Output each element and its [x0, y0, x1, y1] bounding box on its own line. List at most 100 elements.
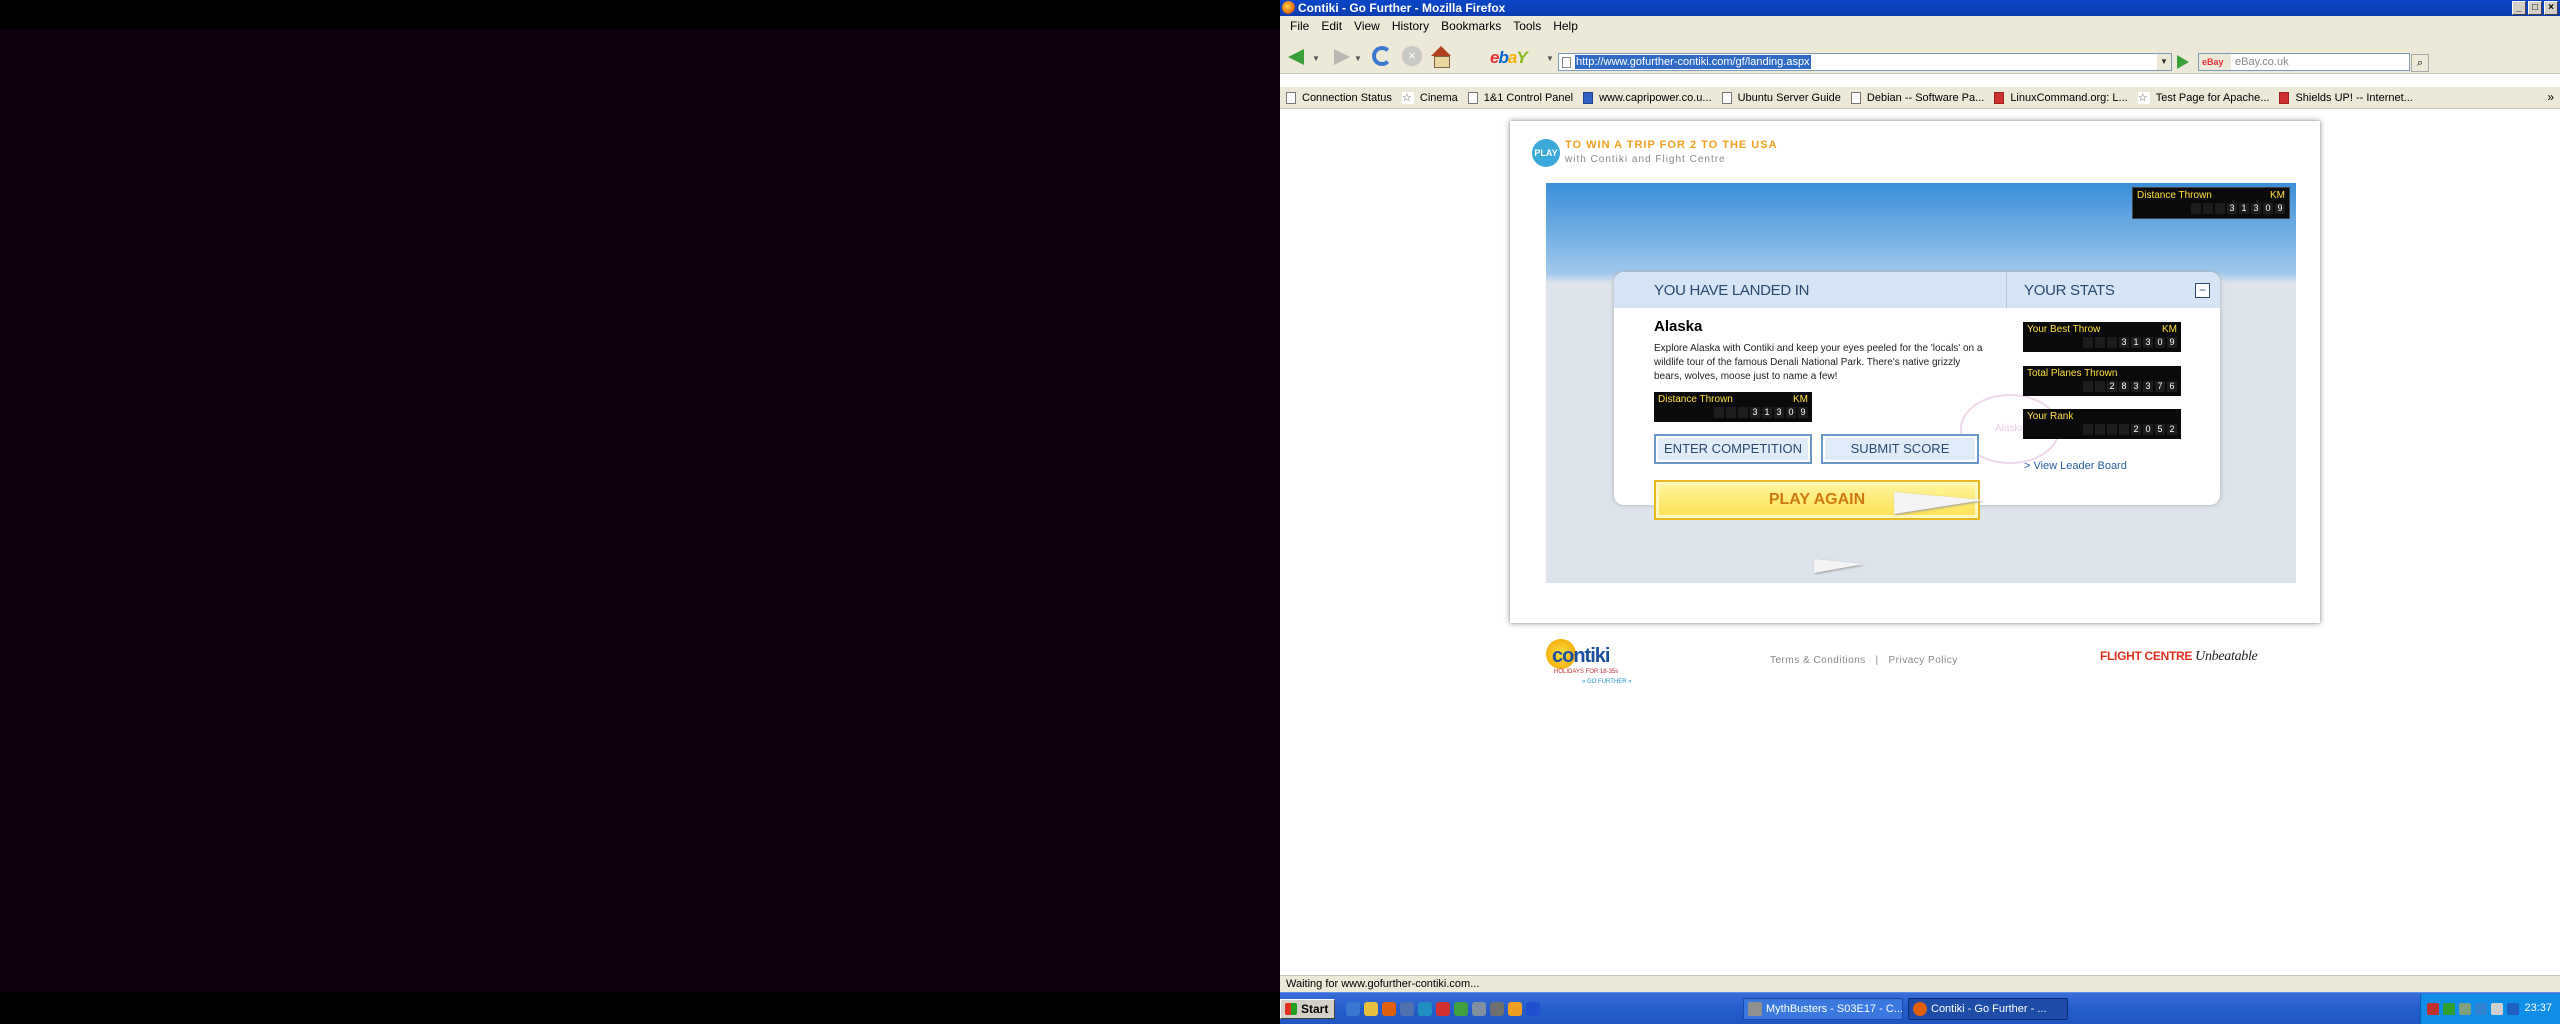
enter-competition-button[interactable]: ENTER COMPETITION [1654, 434, 1812, 464]
contiki-logo[interactable]: contiki HOLIDAYS FOR 18-35s » GO FURTHER… [1546, 639, 1646, 689]
bookmark-item[interactable]: ☆ Cinema [1401, 91, 1458, 104]
planes-thrown-label: Total Planes Thrown [2027, 368, 2118, 379]
menu-edit[interactable]: Edit [1315, 19, 1348, 33]
bookmark-item[interactable]: Ubuntu Server Guide [1721, 91, 1841, 104]
tray-icon[interactable] [2507, 1003, 2519, 1015]
bookmark-item[interactable]: Debian -- Software Pa... [1850, 91, 1984, 104]
folder-quicklaunch-icon[interactable] [1364, 1002, 1378, 1016]
digit [2107, 424, 2117, 435]
menu-tools[interactable]: Tools [1507, 19, 1547, 33]
left-monitor-topbar [0, 0, 1280, 30]
digit: 5 [2155, 424, 2165, 435]
digit: 2 [2167, 424, 2177, 435]
bookmark-item[interactable]: 1&1 Control Panel [1467, 91, 1573, 104]
view-leader-board-link[interactable]: > View Leader Board [2024, 460, 2127, 472]
firefox-icon [1913, 1002, 1927, 1016]
digit: 1 [2239, 203, 2249, 214]
back-dropdown-icon[interactable]: ▼ [1312, 54, 1320, 63]
bookmark-label: Connection Status [1302, 91, 1392, 104]
taskbar-item-firefox[interactable]: Contiki - Go Further - ... [1908, 998, 2068, 1020]
search-engine-selector[interactable]: eBay [2199, 54, 2231, 70]
digit: 3 [1750, 407, 1760, 418]
contiki-wordmark: contiki [1552, 645, 1610, 667]
window-controls: _ □ × [2512, 1, 2558, 15]
tray-icon[interactable] [2475, 1003, 2487, 1015]
digit [2083, 381, 2093, 392]
windows-taskbar: Start MythBusters - S03E17 - C... Contik… [1280, 992, 2560, 1024]
search-input[interactable]: eBay.co.uk [2235, 54, 2289, 70]
minimize-button[interactable]: _ [2512, 1, 2526, 15]
bookmark-item[interactable]: LinuxCommand.org: L... [1994, 91, 2128, 104]
maximize-button[interactable]: □ [2528, 1, 2542, 15]
forward-arrow-icon[interactable] [1330, 46, 1352, 68]
menu-file[interactable]: File [1284, 19, 1315, 33]
ebay-dropdown-icon[interactable]: ▼ [1546, 54, 1554, 63]
app-quicklaunch-icon[interactable] [1490, 1002, 1504, 1016]
bookmark-item[interactable]: Connection Status [1286, 91, 1392, 104]
app-quicklaunch-icon[interactable] [1472, 1002, 1486, 1016]
ebay-toolbar-icon[interactable]: ebaY [1490, 48, 1528, 68]
privacy-link[interactable]: Privacy Policy [1889, 655, 1958, 666]
digit: 3 [2131, 381, 2141, 392]
digit: 1 [1762, 407, 1772, 418]
collapse-button[interactable]: − [2195, 283, 2210, 298]
app-quicklaunch-icon[interactable] [1436, 1002, 1450, 1016]
tray-icon[interactable] [2427, 1003, 2439, 1015]
bookmark-item[interactable]: Shields UP! -- Internet... [2279, 91, 2413, 104]
chevron-more-icon[interactable]: » [2547, 90, 2554, 104]
menu-bookmarks[interactable]: Bookmarks [1435, 19, 1507, 33]
submit-score-button[interactable]: SUBMIT SCORE [1821, 434, 1979, 464]
unbeatable-slogan: Unbeatable [2195, 649, 2258, 664]
url-dropdown-icon[interactable]: ▼ [2157, 54, 2171, 70]
search-icon[interactable]: ⌕ [2411, 54, 2429, 72]
back-arrow-icon[interactable] [1288, 46, 1310, 68]
tray-icon[interactable] [2443, 1003, 2455, 1015]
rank-digits: 2052 [2027, 424, 2177, 435]
stop-icon[interactable]: × [1402, 46, 1422, 66]
reload-icon[interactable] [1372, 46, 1392, 66]
digit: 9 [2167, 337, 2177, 348]
app-quicklaunch-icon[interactable] [1508, 1002, 1522, 1016]
digit [2095, 424, 2105, 435]
game-area[interactable]: Distance Thrown KM 31309 YOU HAVE LANDED … [1546, 183, 2296, 583]
bookmark-item[interactable]: ☆ Test Page for Apache... [2137, 91, 2269, 104]
bookmark-label: www.capripower.co.u... [1599, 91, 1712, 104]
search-box[interactable]: eBay eBay.co.uk ⌕ [2198, 53, 2429, 72]
digit: 3 [2143, 337, 2153, 348]
menu-view[interactable]: View [1348, 19, 1386, 33]
digit: 2 [2107, 381, 2117, 392]
digit: 2 [2131, 424, 2141, 435]
volume-icon[interactable] [2491, 1003, 2503, 1015]
home-icon[interactable] [1430, 46, 1452, 68]
forward-dropdown-icon[interactable]: ▼ [1354, 54, 1362, 63]
digit [1714, 407, 1724, 418]
app-quicklaunch-icon[interactable] [1526, 1002, 1540, 1016]
go-arrow-icon[interactable] [2177, 55, 2189, 69]
digit [2083, 337, 2093, 348]
digit: 1 [2131, 337, 2141, 348]
distance-label: Distance Thrown [2137, 190, 2212, 201]
digit [2203, 203, 2213, 214]
clock: 23:37 [2524, 1002, 2552, 1014]
terms-link[interactable]: Terms & Conditions [1770, 655, 1866, 666]
app-quicklaunch-icon[interactable] [1400, 1002, 1414, 1016]
address-bar[interactable]: http://www.gofurther-contiki.com/gf/land… [1558, 53, 2172, 71]
url-text[interactable]: http://www.gofurther-contiki.com/gf/land… [1575, 55, 1811, 69]
page-icon [1850, 91, 1861, 104]
start-button[interactable]: Start [1280, 999, 1335, 1019]
flight-centre-logo[interactable]: FLIGHT CENTRE Unbeatable [2100, 649, 2258, 665]
bookmark-item[interactable]: www.capripower.co.u... [1583, 91, 1712, 104]
bookmark-label: Ubuntu Server Guide [1737, 91, 1841, 104]
app-quicklaunch-icon[interactable] [1418, 1002, 1432, 1016]
app-quicklaunch-icon[interactable] [1454, 1002, 1468, 1016]
digit [2095, 337, 2105, 348]
paper-plane-icon [1814, 559, 1864, 573]
ie-quicklaunch-icon[interactable] [1346, 1002, 1360, 1016]
taskbar-item-mythbusters[interactable]: MythBusters - S03E17 - C... [1743, 998, 1903, 1020]
menu-help[interactable]: Help [1547, 19, 1584, 33]
menu-history[interactable]: History [1386, 19, 1435, 33]
bookmark-label: Cinema [1419, 91, 1458, 104]
firefox-quicklaunch-icon[interactable] [1382, 1002, 1396, 1016]
network-icon[interactable] [2459, 1003, 2471, 1015]
close-button[interactable]: × [2544, 1, 2558, 15]
